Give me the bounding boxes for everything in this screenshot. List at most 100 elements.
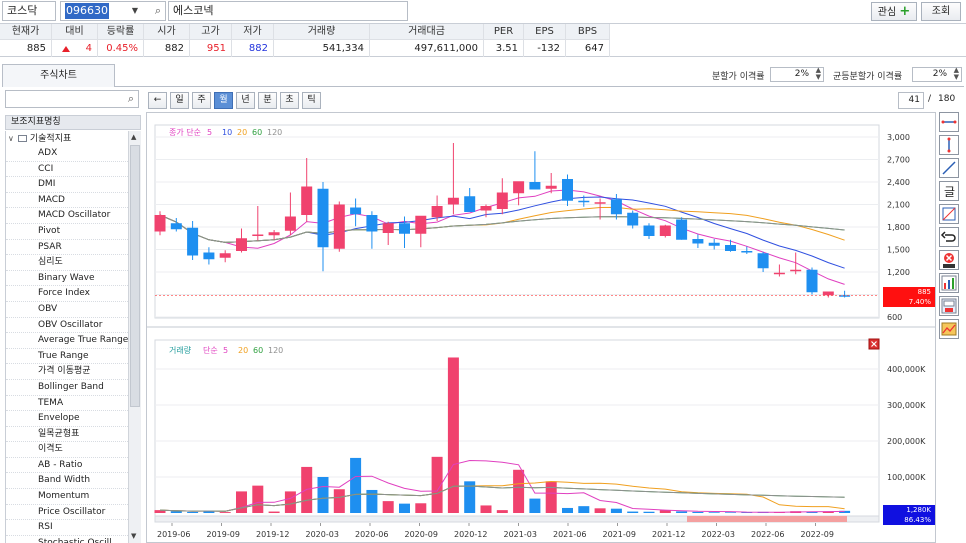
candle-body[interactable] (464, 196, 476, 212)
even-split-rate-stepper[interactable]: 2% ▲ ▼ (912, 67, 962, 82)
candle-body[interactable] (187, 227, 199, 256)
volume-bar[interactable] (643, 511, 655, 513)
volume-bar[interactable] (317, 477, 329, 513)
chart-svg[interactable]: 3,0002,7002,4002,1001,8001,5001,20090060… (147, 113, 935, 542)
volume-bar[interactable] (545, 481, 557, 513)
volume-bar[interactable] (366, 489, 378, 513)
scroll-down-icon[interactable]: ▼ (131, 532, 136, 540)
volume-bar[interactable] (187, 511, 199, 513)
volume-bar[interactable] (350, 457, 362, 513)
indicator-item[interactable]: OBV Oscillator (6, 318, 128, 334)
candle-body[interactable] (203, 252, 215, 260)
vertical-line-tool-icon[interactable] (939, 135, 959, 155)
volume-bar[interactable] (496, 510, 508, 513)
volume-bar[interactable] (252, 485, 264, 513)
market-select[interactable]: 코스닥 (2, 1, 56, 21)
indicator-item[interactable]: PSAR (6, 240, 128, 256)
indicator-item[interactable]: MACD Oscillator (6, 208, 128, 224)
indicator-item[interactable]: Force Index (6, 286, 128, 302)
indicator-item[interactable]: CCI (6, 162, 128, 178)
candle-body[interactable] (627, 212, 639, 226)
volume-bar[interactable] (578, 506, 590, 513)
candle-body[interactable] (562, 179, 573, 201)
candle-body[interactable] (301, 186, 313, 216)
indicator-item[interactable]: MACD (6, 193, 128, 209)
volume-bar[interactable] (268, 511, 280, 513)
horizontal-line-tool-icon[interactable] (939, 112, 959, 132)
volume-bar[interactable] (725, 512, 736, 513)
candle-body[interactable] (252, 234, 264, 237)
candle-count-input[interactable]: 41 (898, 92, 924, 109)
scroll-up-icon[interactable]: ▲ (131, 133, 136, 141)
indicator-item[interactable]: ADX (6, 146, 128, 162)
indicator-item[interactable]: 일목균형표 (6, 427, 128, 443)
volume-bar[interactable] (447, 357, 459, 513)
candle-body[interactable] (578, 200, 590, 203)
candle-body[interactable] (236, 238, 247, 251)
indicator-group[interactable]: ∨ 기술적지표 (6, 131, 128, 146)
candle-body[interactable] (170, 223, 182, 230)
candle-body[interactable] (366, 215, 378, 232)
volume-bar[interactable] (236, 491, 247, 513)
indicator-item[interactable]: Average True Range (6, 333, 128, 349)
indicator-item[interactable]: True Range (6, 349, 128, 365)
volume-bar[interactable] (627, 511, 639, 513)
candle-body[interactable] (447, 197, 459, 205)
volume-bar[interactable] (562, 507, 573, 513)
volume-bar[interactable] (513, 469, 525, 513)
volume-bar[interactable] (284, 491, 296, 513)
delete-all-icon[interactable] (939, 250, 959, 270)
indicator-item[interactable]: Envelope (6, 411, 128, 427)
chevron-down-icon[interactable]: ▼ (132, 2, 138, 20)
candle-body[interactable] (154, 215, 166, 232)
indicator-item[interactable]: AB - Ratio (6, 458, 128, 474)
volume-bar[interactable] (382, 501, 394, 513)
candle-body[interactable] (317, 188, 329, 248)
volume-bar[interactable] (529, 498, 541, 513)
volume-bar[interactable] (610, 508, 622, 513)
indicator-item[interactable]: OBV (6, 302, 128, 318)
indicator-item[interactable]: Price Oscillator (6, 505, 128, 521)
candle-body[interactable] (382, 223, 394, 233)
volume-bar[interactable] (415, 503, 427, 513)
volume-bar[interactable] (594, 508, 606, 513)
volume-bar[interactable] (170, 511, 182, 513)
candle-body[interactable] (513, 181, 525, 194)
indicator-item[interactable]: DMI (6, 177, 128, 193)
indicator-item[interactable]: Bollinger Band (6, 380, 128, 396)
tab-stock-chart[interactable]: 주식차트 (2, 64, 115, 87)
volume-bar[interactable] (676, 511, 688, 513)
indicator-item[interactable]: Pivot (6, 224, 128, 240)
period-button[interactable]: 일 (170, 92, 189, 109)
volume-bar[interactable] (480, 505, 492, 513)
query-button[interactable]: 조회 (921, 2, 961, 21)
volume-bar[interactable] (399, 503, 410, 513)
candle-body[interactable] (431, 206, 443, 218)
favorite-add-button[interactable]: 관심 + (871, 2, 917, 21)
period-button[interactable]: 초 (280, 92, 299, 109)
period-button[interactable]: 틱 (302, 92, 321, 109)
candle-body[interactable] (773, 272, 785, 275)
candle-body[interactable] (610, 199, 622, 215)
candle-body[interactable] (333, 204, 345, 249)
fibonacci-tool-icon[interactable] (939, 204, 959, 224)
candle-body[interactable] (529, 182, 541, 190)
candle-body[interactable] (643, 225, 655, 237)
candle-body[interactable] (822, 291, 834, 296)
period-button[interactable]: 년 (236, 92, 255, 109)
text-tool-icon[interactable]: 글 (939, 181, 959, 201)
candle-body[interactable] (676, 219, 688, 240)
undo-icon[interactable] (939, 227, 959, 247)
candle-body[interactable] (350, 207, 362, 215)
volume-bar[interactable] (692, 511, 704, 513)
candle-body[interactable] (415, 215, 427, 234)
stepper-arrows-icon[interactable]: ▲ ▼ (816, 67, 821, 81)
period-button[interactable]: 분 (258, 92, 277, 109)
indicator-scrollbar[interactable]: ▲ ▼ (128, 131, 141, 543)
candle-body[interactable] (594, 202, 606, 204)
save-chart-icon[interactable] (939, 296, 959, 316)
trend-line-tool-icon[interactable] (939, 158, 959, 178)
volume-bar[interactable] (708, 512, 720, 513)
split-rate-stepper[interactable]: 2% ▲ ▼ (770, 67, 824, 82)
chart-settings-icon[interactable] (939, 273, 959, 293)
